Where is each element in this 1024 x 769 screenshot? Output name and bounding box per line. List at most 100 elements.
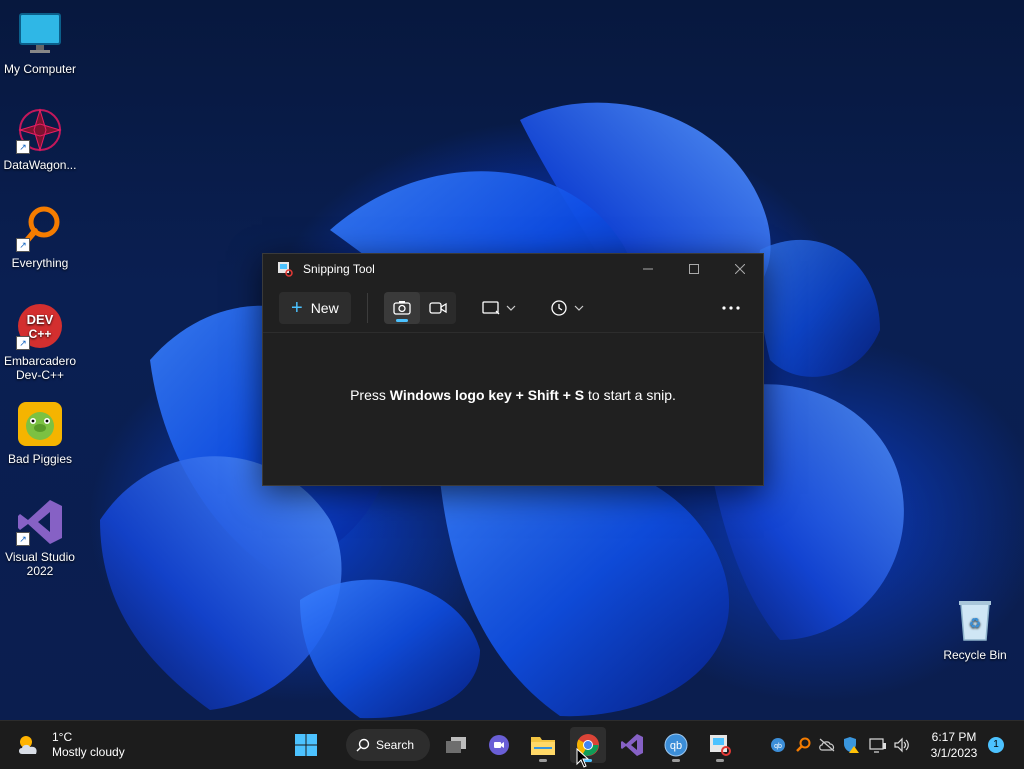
plus-icon: + — [291, 297, 303, 319]
message-shortcut: Windows logo key + Shift + S — [389, 387, 585, 403]
bad-piggies-icon — [16, 400, 64, 448]
tray-security[interactable] — [841, 735, 861, 755]
clock-icon — [551, 300, 567, 316]
desktop-icon-visual-studio[interactable]: ↗ Visual Studio 2022 — [0, 498, 80, 578]
task-view-icon — [446, 737, 466, 753]
shield-warning-icon — [844, 737, 859, 753]
qbittorrent-button[interactable]: qb — [658, 727, 694, 763]
qbittorrent-icon: qb — [664, 733, 688, 757]
taskbar-search-button[interactable]: Search — [346, 729, 430, 761]
clock-date: 3/1/2023 — [930, 746, 978, 760]
snip-mode-toggle — [383, 292, 456, 324]
minimize-button[interactable] — [625, 254, 671, 284]
svg-text:♻: ♻ — [969, 616, 982, 632]
start-button[interactable] — [288, 727, 324, 763]
rectangle-snip-icon — [482, 301, 500, 315]
desktop-icon-label: My Computer — [3, 62, 77, 76]
camera-icon — [393, 301, 411, 315]
network-icon — [869, 738, 886, 753]
everything-search-icon: ↗ — [16, 204, 64, 252]
running-indicator — [716, 759, 724, 762]
visual-studio-icon: ↗ — [16, 498, 64, 546]
weather-description: Mostly cloudy — [52, 745, 125, 759]
title-bar[interactable]: Snipping Tool — [263, 254, 763, 284]
delay-dropdown[interactable] — [542, 292, 592, 324]
tray-qbittorrent[interactable]: qb — [768, 735, 788, 755]
maximize-button[interactable] — [671, 254, 717, 284]
desktop-icon-devcpp[interactable]: DEV C++ ↗ Embarcadero Dev-C++ — [0, 302, 80, 382]
svg-text:qb: qb — [774, 743, 782, 750]
svg-text:C++: C++ — [29, 327, 52, 341]
clock-time: 6:17 PM — [931, 730, 977, 744]
visual-studio-taskbar-button[interactable] — [614, 727, 650, 763]
notification-badge[interactable]: 1 — [988, 737, 1004, 753]
chevron-down-icon — [574, 305, 584, 311]
mouse-cursor-icon — [576, 748, 590, 768]
folder-icon — [531, 737, 555, 755]
recycle-bin-icon: ♻ — [951, 596, 999, 644]
desktop-icon-label: Visual Studio 2022 — [5, 550, 75, 578]
visual-studio-icon — [621, 734, 643, 756]
snipping-tool-taskbar-button[interactable] — [702, 727, 738, 763]
close-button[interactable] — [717, 254, 763, 284]
new-button-label: New — [310, 300, 339, 316]
monitor-icon — [16, 10, 64, 58]
instruction-message: Press Windows logo key + Shift + S to st… — [263, 387, 763, 403]
taskbar: 1°C Mostly cloudy Search qb qb 6:17 PM 3… — [0, 720, 1024, 769]
more-dots-icon — [722, 306, 740, 310]
new-snip-button[interactable]: + New — [279, 292, 351, 324]
devcpp-icon: DEV C++ ↗ — [16, 302, 64, 350]
desktop-icon-recycle-bin[interactable]: ♻ Recycle Bin — [935, 596, 1015, 662]
chevron-down-icon — [506, 305, 516, 311]
video-mode-button[interactable] — [420, 292, 456, 324]
task-view-button[interactable] — [438, 727, 474, 763]
desktop-icon-label: DataWagon... — [3, 158, 77, 172]
close-icon — [735, 264, 745, 274]
svg-text:DEV: DEV — [27, 312, 54, 327]
message-prefix: Press — [350, 387, 390, 403]
desktop-icon-bad-piggies[interactable]: Bad Piggies — [0, 400, 80, 466]
snipping-tool-app-icon — [277, 261, 293, 277]
desktop-icon-label: Bad Piggies — [7, 452, 73, 466]
windows-logo-icon — [295, 734, 317, 756]
desktop-icon-my-computer[interactable]: My Computer — [0, 10, 80, 76]
svg-text:qb: qb — [670, 740, 682, 752]
tray-volume[interactable] — [892, 735, 912, 755]
screenshot-mode-button[interactable] — [383, 292, 420, 324]
qbittorrent-tray-icon: qb — [771, 738, 785, 752]
weather-widget[interactable]: 1°C Mostly cloudy — [16, 730, 125, 760]
weather-temperature: 1°C — [52, 730, 73, 744]
video-camera-icon — [429, 302, 447, 314]
desktop-icon-everything[interactable]: ↗ Everything — [0, 204, 80, 270]
window-title: Snipping Tool — [303, 262, 375, 276]
everything-tray-icon — [796, 737, 811, 752]
minimize-icon — [643, 268, 653, 270]
toolbar: + New — [263, 284, 763, 333]
chat-button[interactable] — [481, 727, 517, 763]
more-options-button[interactable] — [715, 292, 747, 324]
desktop-icon-label: Embarcadero Dev-C++ — [3, 354, 77, 382]
file-explorer-button[interactable] — [525, 727, 561, 763]
clock[interactable]: 6:17 PM 3/1/2023 — [922, 729, 986, 761]
snip-shape-dropdown[interactable] — [474, 292, 524, 324]
teams-chat-icon — [489, 735, 509, 755]
shortcut-arrow-icon: ↗ — [16, 532, 30, 546]
tray-onedrive[interactable] — [817, 735, 837, 755]
shortcut-arrow-icon: ↗ — [16, 238, 30, 252]
maximize-icon — [689, 264, 699, 274]
datawagon-icon: ↗ — [16, 106, 64, 154]
tray-network[interactable] — [868, 735, 888, 755]
desktop-icon-datawagon[interactable]: ↗ DataWagon... — [0, 106, 80, 172]
search-icon — [356, 738, 370, 752]
snipping-tool-icon — [710, 735, 731, 756]
tray-everything[interactable] — [793, 735, 813, 755]
shortcut-arrow-icon: ↗ — [16, 336, 30, 350]
desktop-icon-label: Everything — [11, 256, 69, 270]
snipping-tool-window: Snipping Tool + New Press Windows logo k… — [262, 253, 764, 486]
toolbar-divider — [366, 293, 368, 323]
partly-cloudy-icon — [19, 736, 37, 754]
speaker-icon — [894, 737, 909, 753]
running-indicator — [539, 759, 547, 762]
message-suffix: to start a snip. — [584, 387, 676, 403]
running-indicator — [672, 759, 680, 762]
